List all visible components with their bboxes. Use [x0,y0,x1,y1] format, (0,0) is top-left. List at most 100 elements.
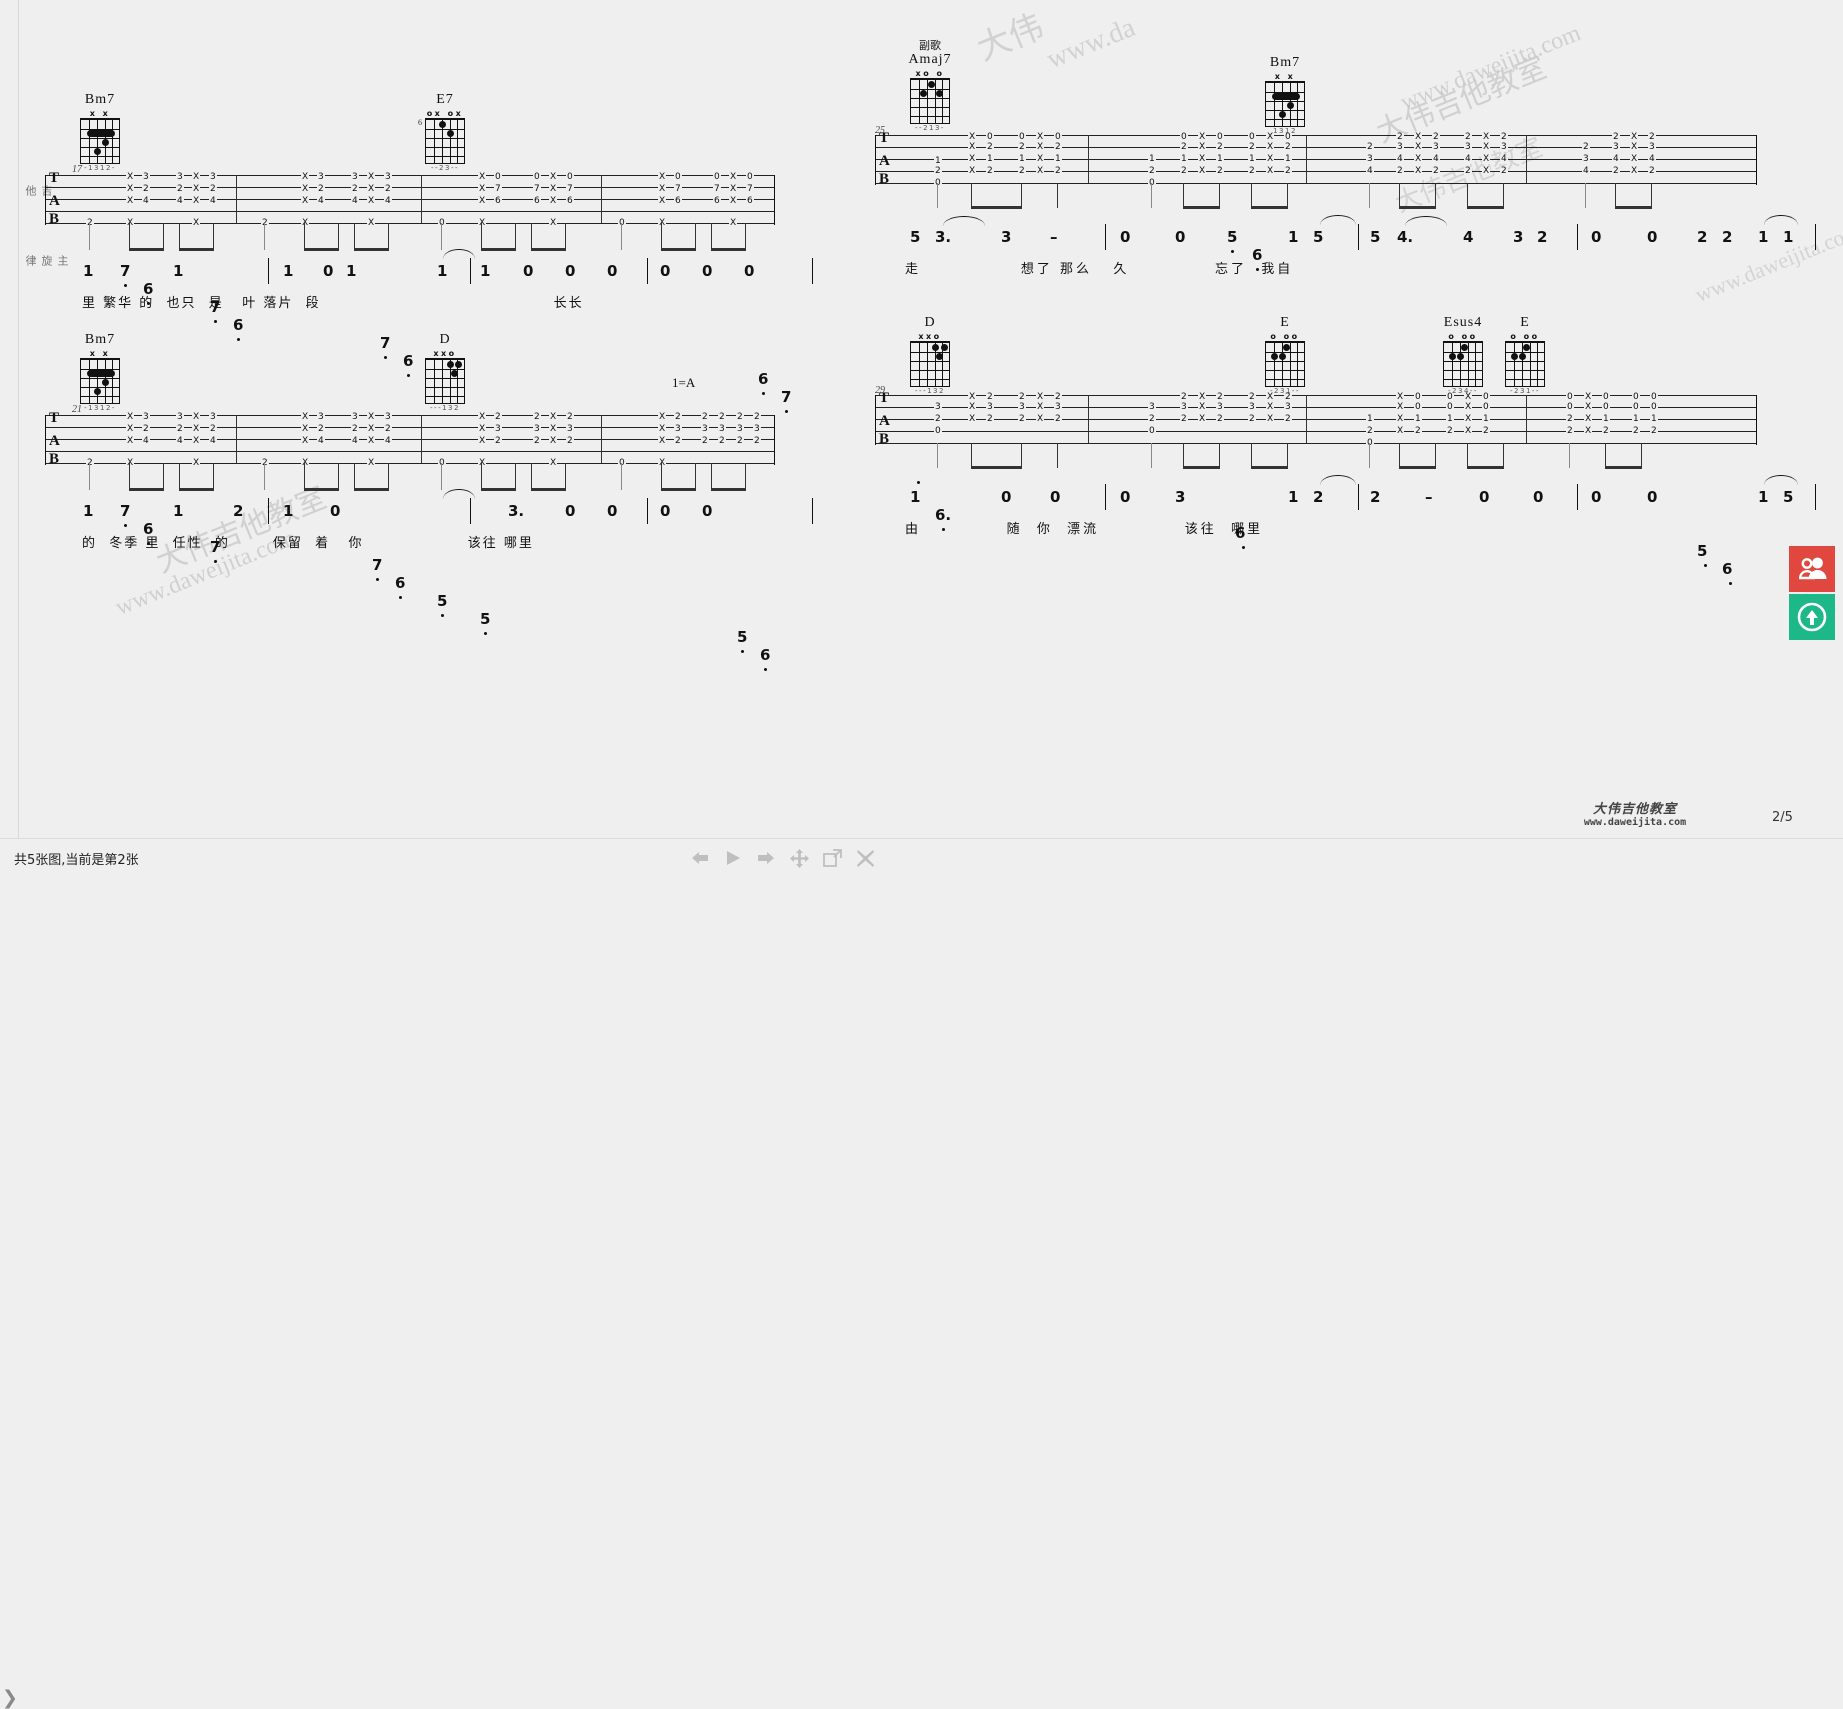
note: 0 [607,502,618,520]
next-image-button[interactable] [756,847,776,869]
image-counter-status: 共5张图,当前是第2张 [14,853,139,868]
note: 1 [283,502,294,520]
note: 0 [1591,488,1602,506]
chord-fingering: --213- [915,124,945,133]
note: 0 [702,502,713,520]
chord-finger-dot [1457,353,1464,361]
studio-name: 大伟吉他教室 [1592,801,1677,816]
note: 2 [1722,228,1733,246]
chord-name: Amaj7 [908,52,952,68]
note: 0 [1647,228,1658,246]
chord-finger-dot [102,139,109,147]
note: 4. [1397,228,1414,246]
rhythm-stems [45,463,773,493]
numbered-notation-row: 1 6. 0 0 0 3 6 1 2 2 – 0 0 0 0 5 6 1 5 [865,475,1817,585]
note: 5 [1227,228,1238,253]
section-label: 副歌 [919,39,941,52]
chord-name: Bm7 [84,92,116,107]
note: 1 [173,502,184,520]
note: 0 [1591,228,1602,246]
chord-fret-grid [1265,81,1305,128]
note: 1 [173,262,184,280]
close-icon [857,849,874,867]
chord-open-mute-markers: xxo [918,332,942,342]
note: 1 [1288,488,1299,506]
note: 6 [760,646,771,671]
chord-finger-dot [1279,353,1286,361]
note: 0 [1120,488,1131,506]
note: 2 [1537,228,1548,246]
lyrics-line: 走 想了 那么 久 忘了 我自 [905,262,1294,277]
tab-staff: T A B 320 X2 X3 X2 2X2 3X3 2X2 320 2X2 3… [875,391,1757,448]
note: 6 [1722,560,1738,585]
chord-finger-dot [1511,353,1518,361]
move-icon [790,848,809,868]
tab-letter-t: T [49,410,60,426]
chord-diagram-e-2: E o oo -231-- [1485,315,1565,398]
prev-image-button[interactable] [690,847,710,869]
note: 5 [737,628,748,653]
chord-finger-dot [1519,353,1526,361]
page-left-border [18,0,19,838]
note: 1 [1783,228,1794,246]
chord-barre [87,370,115,378]
chord-finger-dot [447,130,454,138]
chord-open-mute-markers: o oo [1510,332,1540,342]
note: 5 [1313,228,1324,246]
chord-name: Bm7 [84,332,116,347]
chord-fret-grid [425,358,465,405]
expand-icon [823,848,842,867]
note: 0 [1533,488,1544,506]
note: 5 [437,592,448,617]
chord-fret-grid [1443,341,1483,388]
note: 0 [702,262,713,280]
tab-letter-a: A [879,413,890,429]
tab-letter-t: T [879,130,890,146]
note: 7 [120,262,131,287]
note: 5 [1697,542,1713,567]
chord-diagram-amaj7: 副歌 Amaj7 xo o --213- [890,39,970,135]
expand-panel-chevron[interactable]: ❯ [2,1687,18,1709]
chord-finger-dot [1279,111,1286,119]
chord-open-mute-markers: x x [1274,72,1296,82]
note: 7 [372,556,383,581]
note: 3. [508,502,525,520]
note: 0 [323,262,334,280]
note: 6 [395,574,406,599]
chord-fret-grid [1505,341,1545,388]
chord-fingering: -1312- [84,404,116,413]
arrow-left-icon [692,852,708,864]
watermark: 大伟 [972,8,1049,69]
open-original-button[interactable] [823,847,842,869]
note: 0 [1120,228,1131,246]
play-icon [727,851,740,865]
viewer-bottom-bar: 共5张图,当前是第2张 ❯ [0,838,1843,1709]
note: 3 [1513,228,1524,246]
numbered-notation-row: 1 7 6 1 7 6 1 0 1 7 6 1 1 0 0 0 0 0 0 x … [40,249,814,413]
chord-fingering: --23-- [430,164,459,173]
watermark: www.daweijita.com [1396,20,1585,116]
note: 0 [330,502,341,520]
share-to-contacts-button[interactable] [1789,546,1835,592]
note: 4 [1463,228,1474,246]
note: 3. [935,228,952,246]
chord-finger-dot [928,81,935,89]
chord-finger-dot [102,379,109,387]
chord-diagram-e: E o oo -231-- [1245,315,1325,398]
chord-name: E [1520,315,1530,330]
note: 5 [1370,228,1381,246]
play-slideshow-button[interactable] [724,847,742,869]
tab-staff: T A B 2 X3 X2 X4 X 3X3 2X2 4X4 X 2 X3 X2… [45,410,775,468]
chord-diagram-d: D xxo ---132 [890,315,970,398]
rhythm-stems [875,183,1755,211]
pan-image-button[interactable] [790,847,809,869]
close-viewer-button[interactable] [856,847,875,869]
chord-finger-dot [439,121,446,129]
chord-finger-dot [932,344,939,352]
note: 1 [910,481,926,506]
back-to-top-button[interactable] [1789,594,1835,640]
chord-fingering: -1312- [84,164,116,173]
chord-open-mute-markers: x x [89,109,111,119]
chord-fret-number: 6 [418,118,422,128]
chord-finger-dot [455,361,462,369]
